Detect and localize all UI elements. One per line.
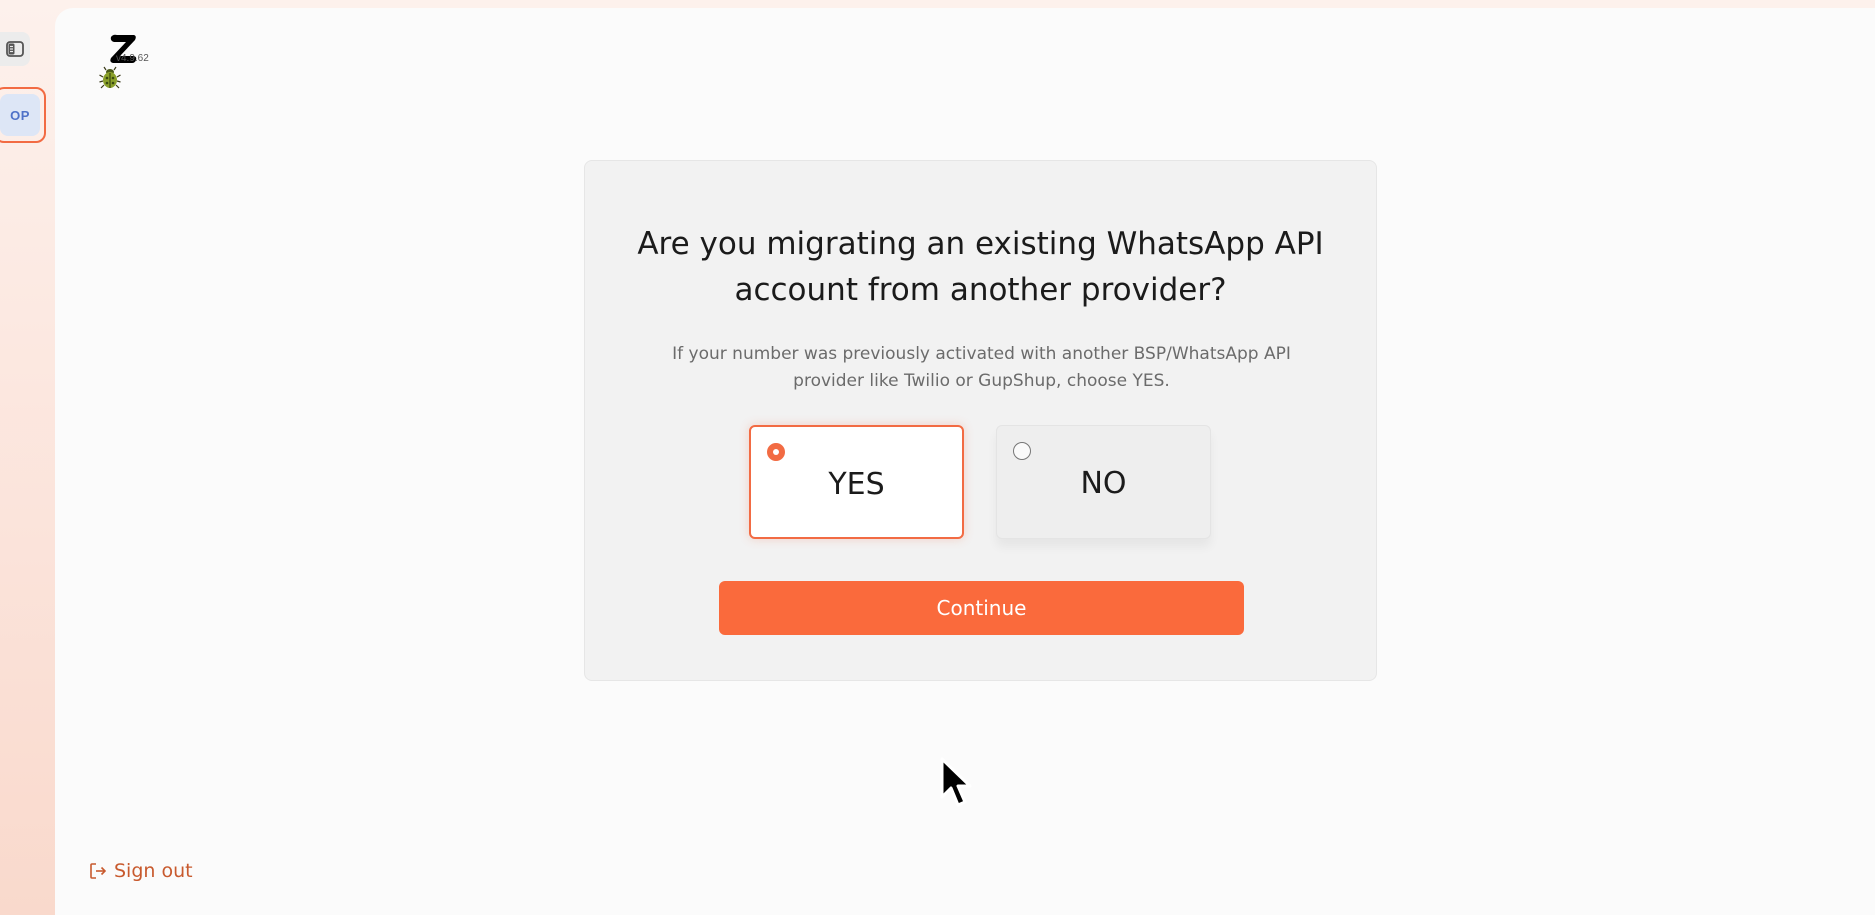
sign-out-link[interactable]: Sign out (88, 860, 193, 882)
sidebar-toggle-button[interactable] (0, 32, 30, 66)
sidebar-toggle-icon (6, 41, 24, 57)
question-subtitle: If your number was previously activated … (672, 344, 1291, 391)
workspace-switcher[interactable]: OP (0, 87, 46, 143)
sign-out-icon (90, 863, 107, 879)
question-title: Are you migrating an existing WhatsApp A… (637, 226, 1324, 308)
radio-no[interactable] (1013, 442, 1031, 460)
option-yes[interactable]: YES (749, 425, 964, 539)
bug-icon[interactable] (99, 66, 121, 90)
migration-question-card: Are you migrating an existing WhatsApp A… (584, 160, 1377, 681)
app-version: v4.9.62 (116, 53, 149, 64)
workspace-avatar: OP (0, 94, 40, 136)
continue-button[interactable]: Continue (719, 581, 1244, 635)
option-yes-label: YES (828, 467, 885, 502)
left-rail: OP (0, 0, 55, 915)
option-no-label: NO (1080, 466, 1127, 501)
mouse-pointer-icon (940, 757, 972, 807)
option-no[interactable]: NO (996, 425, 1211, 539)
radio-yes-selected[interactable] (767, 443, 785, 461)
sign-out-label: Sign out (114, 860, 193, 882)
